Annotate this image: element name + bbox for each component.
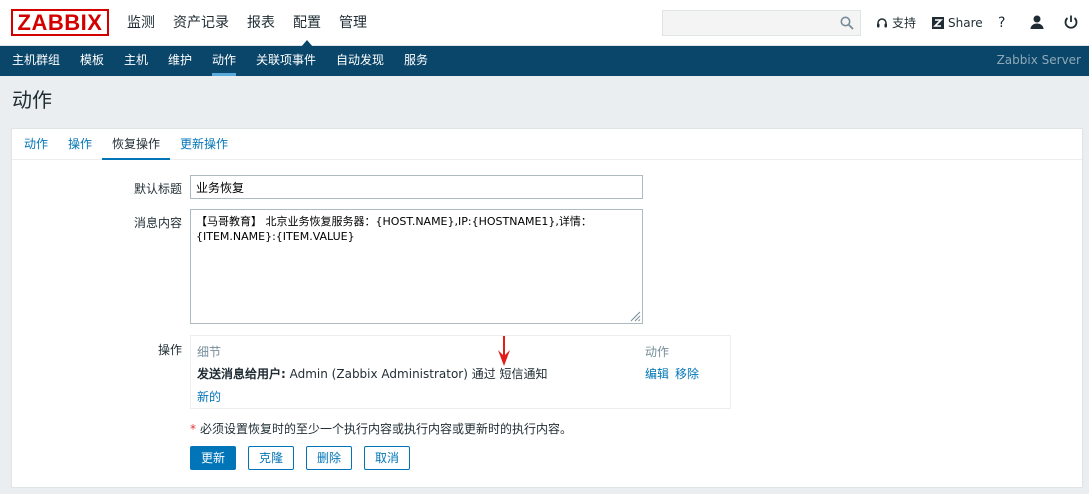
required-note: * 必须设置恢复时的至少一个执行内容或执行内容或更新时的执行内容。 bbox=[190, 420, 572, 437]
edit-operation-link[interactable]: 编辑 bbox=[645, 365, 669, 382]
tab-update-operations[interactable]: 更新操作 bbox=[180, 129, 228, 160]
top-bar: ZABBIX 监测 资产记录 报表 配置 管理 支持 Share ? bbox=[0, 0, 1089, 47]
main-nav-administration[interactable]: 管理 bbox=[330, 0, 376, 46]
tab-recovery-operations[interactable]: 恢复操作 bbox=[102, 129, 171, 160]
server-name: Zabbix Server bbox=[996, 53, 1081, 67]
user-icon[interactable] bbox=[1029, 14, 1045, 30]
page-title: 动作 bbox=[12, 88, 52, 112]
sub-nav-templates[interactable]: 模板 bbox=[80, 46, 104, 76]
tab-bar: 动作 操作 恢复操作 更新操作 bbox=[12, 129, 1082, 160]
operation-detail: Admin (Zabbix Administrator) 通过 短信通知 bbox=[285, 367, 548, 381]
required-note-text: 必须设置恢复时的至少一个执行内容或执行内容或更新时的执行内容。 bbox=[200, 422, 573, 436]
sub-nav-services[interactable]: 服务 bbox=[404, 46, 428, 76]
sub-nav-maintenance[interactable]: 维护 bbox=[168, 46, 192, 76]
sub-nav: 主机群组 模板 主机 维护 动作 关联项事件 自动发现 服务 Zabbix Se… bbox=[0, 46, 1089, 76]
search-icon[interactable] bbox=[840, 16, 854, 30]
form-panel: 动作 操作 恢复操作 更新操作 默认标题 消息内容 【马哥教育】 北京业务恢复服… bbox=[11, 128, 1083, 488]
main-nav-monitoring[interactable]: 监测 bbox=[118, 0, 164, 46]
help-link[interactable]: ? bbox=[998, 0, 1005, 46]
share-icon bbox=[932, 17, 944, 29]
tab-operations[interactable]: 操作 bbox=[68, 129, 92, 160]
message-label: 消息内容 bbox=[133, 216, 182, 230]
clone-button[interactable]: 克隆 bbox=[248, 446, 295, 470]
share-link[interactable]: Share bbox=[932, 0, 983, 46]
delete-button[interactable]: 删除 bbox=[306, 446, 353, 470]
subject-field bbox=[190, 175, 643, 199]
sub-nav-hosts[interactable]: 主机 bbox=[124, 46, 148, 76]
new-operation-link[interactable]: 新的 bbox=[197, 388, 221, 405]
search-box bbox=[662, 10, 861, 36]
main-nav: 监测 资产记录 报表 配置 管理 bbox=[118, 0, 376, 47]
col-details: 细节 bbox=[197, 345, 222, 359]
required-marker: * bbox=[190, 422, 196, 436]
update-button[interactable]: 更新 bbox=[190, 446, 237, 470]
operation-row: 发送消息给用户: Admin (Zabbix Administrator) 通过… bbox=[197, 365, 548, 382]
sub-nav-actions[interactable]: 动作 bbox=[212, 46, 237, 76]
sub-nav-correlation[interactable]: 关联项事件 bbox=[256, 46, 316, 76]
cancel-button[interactable]: 取消 bbox=[364, 446, 411, 470]
main-nav-inventory[interactable]: 资产记录 bbox=[164, 0, 238, 46]
subject-label: 默认标题 bbox=[133, 182, 182, 196]
operations-label: 操作 bbox=[157, 343, 182, 357]
col-action: 动作 bbox=[645, 345, 670, 359]
subject-input[interactable] bbox=[191, 176, 642, 198]
message-field: 【马哥教育】 北京业务恢复服务器：{HOST.NAME},IP:{HOSTNAM… bbox=[190, 209, 643, 324]
resize-icon[interactable] bbox=[629, 310, 641, 322]
message-textarea[interactable]: 【马哥教育】 北京业务恢复服务器：{HOST.NAME},IP:{HOSTNAM… bbox=[191, 210, 642, 323]
operations-table: 细节 动作 发送消息给用户: Admin (Zabbix Administrat… bbox=[190, 335, 731, 409]
support-label: 支持 bbox=[892, 16, 917, 30]
headset-icon bbox=[877, 18, 887, 28]
tab-action[interactable]: 动作 bbox=[24, 129, 48, 160]
support-link[interactable]: 支持 bbox=[876, 0, 916, 46]
red-arrow-annotation bbox=[498, 336, 510, 366]
main-nav-reports[interactable]: 报表 bbox=[238, 0, 284, 46]
power-icon[interactable] bbox=[1063, 14, 1079, 30]
sub-nav-discovery[interactable]: 自动发现 bbox=[336, 46, 384, 76]
main-nav-configuration[interactable]: 配置 bbox=[284, 0, 330, 47]
operation-type: 发送消息给用户: bbox=[197, 367, 286, 381]
remove-operation-link[interactable]: 移除 bbox=[675, 365, 699, 382]
zabbix-logo[interactable]: ZABBIX bbox=[11, 9, 109, 36]
share-label: Share bbox=[948, 16, 983, 30]
sub-nav-host-groups[interactable]: 主机群组 bbox=[12, 46, 60, 76]
search-input[interactable] bbox=[663, 11, 833, 35]
